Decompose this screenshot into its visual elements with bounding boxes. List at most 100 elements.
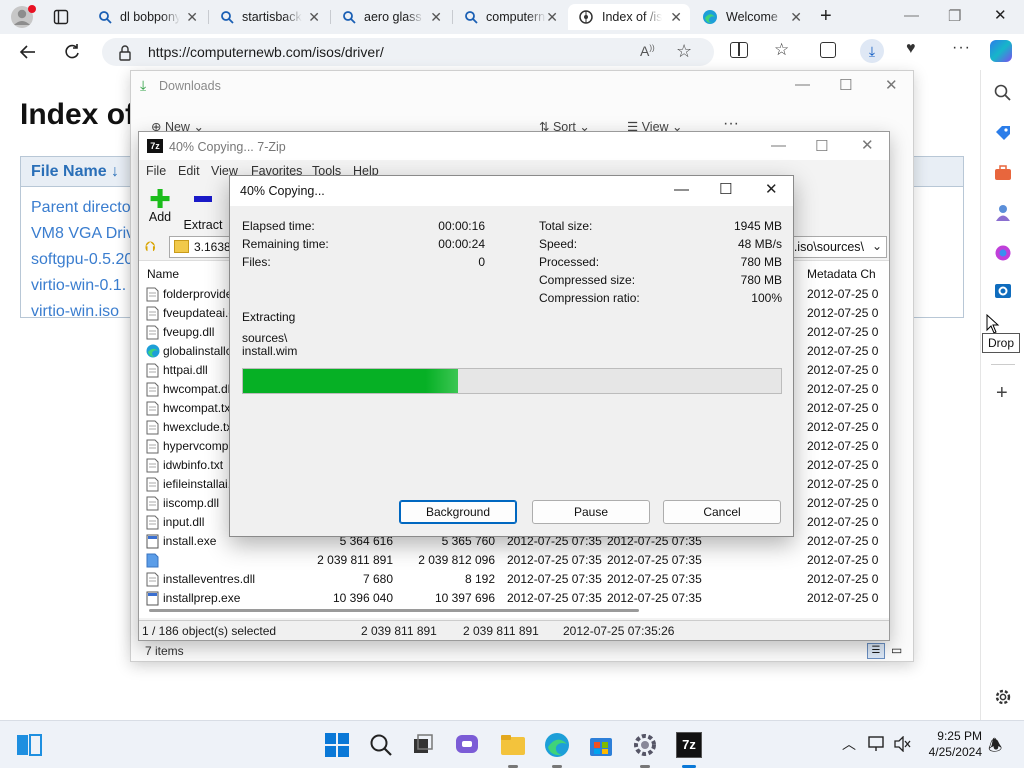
copy-progress-dialog[interactable]: 40% Copying... — ☐ ✕ Elapsed time: 00:00… bbox=[229, 175, 794, 537]
7zip-taskbar-icon[interactable]: 7z bbox=[676, 732, 702, 758]
browser-tab[interactable]: dl bobpony ✕ bbox=[88, 4, 206, 30]
file-name: idwbinfo.txt bbox=[163, 458, 224, 472]
collections-icon[interactable] bbox=[820, 42, 836, 58]
settings-gear-icon[interactable] bbox=[994, 688, 1012, 706]
tiles-view-icon[interactable]: ▭ bbox=[891, 643, 907, 659]
operation-label: Extracting bbox=[242, 310, 296, 324]
minimize-icon[interactable]: — bbox=[795, 76, 810, 93]
start-windows-icon[interactable] bbox=[324, 732, 350, 758]
games-icon[interactable] bbox=[994, 204, 1012, 222]
store-icon[interactable] bbox=[588, 732, 614, 758]
tools-briefcase-icon[interactable] bbox=[994, 164, 1012, 182]
new-tab-button[interactable]: + bbox=[820, 5, 832, 28]
details-view-icon[interactable]: ☰ bbox=[867, 643, 885, 659]
refresh-icon[interactable] bbox=[62, 42, 82, 62]
table-row[interactable]: 2 039 811 891 2 039 812 096 2012-07-25 07:… bbox=[139, 551, 889, 570]
close-icon[interactable]: ✕ bbox=[885, 76, 898, 94]
exe-file-icon bbox=[146, 591, 159, 609]
file-metadata-changed: 2012-07-25 0 bbox=[807, 344, 879, 358]
cancel-button[interactable]: Cancel bbox=[663, 500, 781, 524]
close-tab-icon[interactable]: ✕ bbox=[186, 9, 198, 26]
minimize-icon[interactable]: — bbox=[904, 7, 919, 24]
show-hidden-icons-chevron-icon[interactable]: ︿ bbox=[842, 734, 856, 754]
pause-button[interactable]: Pause bbox=[532, 500, 650, 524]
system-clock[interactable]: 9:25 PM 4/25/2024 bbox=[918, 728, 982, 760]
volume-muted-icon[interactable] bbox=[894, 736, 912, 752]
selection-packed-size: 2 039 811 891 bbox=[463, 624, 539, 638]
file-explorer-icon[interactable] bbox=[500, 732, 526, 758]
column-name[interactable]: Name bbox=[147, 267, 179, 281]
horizontal-scrollbar[interactable] bbox=[149, 609, 639, 612]
close-tab-icon[interactable]: ✕ bbox=[670, 9, 682, 26]
close-icon[interactable]: ✕ bbox=[861, 136, 874, 154]
table-row[interactable]: installprep.exe 10 396 040 10 397 696 2012-… bbox=[139, 589, 889, 608]
chat-icon[interactable] bbox=[454, 732, 480, 758]
parent-folder-icon[interactable]: ⮉ bbox=[145, 238, 156, 255]
extract-button[interactable]: Extract bbox=[183, 188, 223, 232]
close-icon[interactable]: ✕ bbox=[765, 180, 778, 198]
back-icon[interactable] bbox=[18, 42, 38, 62]
file-link[interactable]: virtio-win.iso bbox=[31, 303, 119, 321]
network-icon[interactable] bbox=[868, 736, 886, 752]
minimize-icon[interactable]: — bbox=[674, 181, 689, 198]
compression-ratio-value: 100% bbox=[751, 291, 782, 305]
file-name: globalinstallc bbox=[163, 344, 232, 358]
widgets-icon[interactable] bbox=[16, 732, 42, 758]
close-tab-icon[interactable]: ✕ bbox=[790, 9, 802, 26]
shopping-tag-icon[interactable] bbox=[994, 124, 1012, 142]
browser-tab[interactable]: aero glass ✕ bbox=[332, 4, 450, 30]
table-row[interactable]: installeventres.dll 7 680 8 192 2012-07-25 … bbox=[139, 570, 889, 589]
processed-value: 780 MB bbox=[740, 255, 782, 269]
item-count: 7 items bbox=[145, 644, 184, 658]
remaining-time-value: 00:00:24 bbox=[438, 237, 485, 251]
file-icon bbox=[146, 496, 159, 514]
add-button[interactable]: ✚ Add bbox=[145, 186, 175, 224]
close-icon[interactable]: ✕ bbox=[994, 6, 1007, 24]
maximize-icon[interactable]: ☐ bbox=[719, 180, 732, 198]
url-text[interactable]: https://computernewb.com/isos/driver/ bbox=[148, 44, 384, 60]
maximize-icon[interactable]: ☐ bbox=[815, 137, 828, 155]
downloads-icon[interactable]: ⤓ bbox=[860, 39, 884, 63]
favorite-star-icon[interactable]: ☆ bbox=[676, 41, 692, 62]
7zip-title: 40% Copying... 7-Zip bbox=[169, 140, 286, 154]
tab-actions-icon[interactable] bbox=[53, 9, 69, 25]
sort-file-name-link[interactable]: File Name ↓ bbox=[31, 163, 119, 181]
lock-icon[interactable] bbox=[118, 45, 132, 61]
file-link[interactable]: virtio-win-0.1. bbox=[31, 277, 126, 295]
microsoft-365-icon[interactable] bbox=[994, 244, 1012, 262]
settings-app-icon[interactable] bbox=[632, 732, 658, 758]
url-bar[interactable]: https://computernewb.com/isos/driver/ A)… bbox=[102, 38, 714, 66]
browser-tab[interactable]: computernewb ✕ bbox=[454, 4, 566, 30]
close-tab-icon[interactable]: ✕ bbox=[546, 9, 558, 26]
more-options-icon[interactable]: ··· bbox=[952, 39, 971, 57]
maximize-icon[interactable]: ☐ bbox=[839, 76, 852, 94]
menu-edit[interactable]: Edit bbox=[178, 164, 200, 178]
7zip-title-bar: 7z 40% Copying... 7-Zip — ☐ ✕ bbox=[139, 132, 889, 160]
task-view-icon[interactable] bbox=[410, 732, 436, 758]
add-sidebar-app-icon[interactable]: + bbox=[996, 382, 1008, 405]
performance-icon[interactable]: ♥ bbox=[906, 40, 916, 58]
read-aloud-icon[interactable]: A)) bbox=[640, 43, 655, 59]
background-button[interactable]: Background bbox=[399, 500, 517, 524]
search-icon[interactable] bbox=[994, 84, 1012, 102]
notifications-icon[interactable]: 🕭 bbox=[988, 735, 1002, 762]
file-size: 7 680 bbox=[362, 572, 393, 586]
search-icon[interactable] bbox=[368, 732, 394, 758]
close-tab-icon[interactable]: ✕ bbox=[430, 9, 442, 26]
file-link[interactable]: softgpu-0.5.20 bbox=[31, 251, 133, 269]
edge-icon[interactable] bbox=[544, 732, 570, 758]
outlook-icon[interactable] bbox=[994, 282, 1012, 300]
browser-tab[interactable]: Welcome ✕ bbox=[692, 4, 810, 30]
file-metadata-changed: 2012-07-25 0 bbox=[807, 306, 879, 320]
browser-tab[interactable]: startisback ✕ bbox=[210, 4, 328, 30]
split-screen-icon[interactable] bbox=[730, 42, 748, 58]
close-tab-icon[interactable]: ✕ bbox=[308, 9, 320, 26]
restore-icon[interactable]: ❐ bbox=[948, 7, 961, 25]
column-metadata[interactable]: Metadata Ch bbox=[807, 267, 876, 281]
minimize-icon[interactable]: — bbox=[771, 137, 786, 154]
browser-tab-active[interactable]: Index of /isos/driver/ ✕ bbox=[568, 4, 690, 30]
chevron-down-icon[interactable]: ⌄ bbox=[872, 239, 882, 253]
copilot-icon[interactable] bbox=[990, 40, 1012, 62]
menu-file[interactable]: File bbox=[146, 164, 166, 178]
favorites-icon[interactable]: ☆ bbox=[774, 40, 789, 60]
